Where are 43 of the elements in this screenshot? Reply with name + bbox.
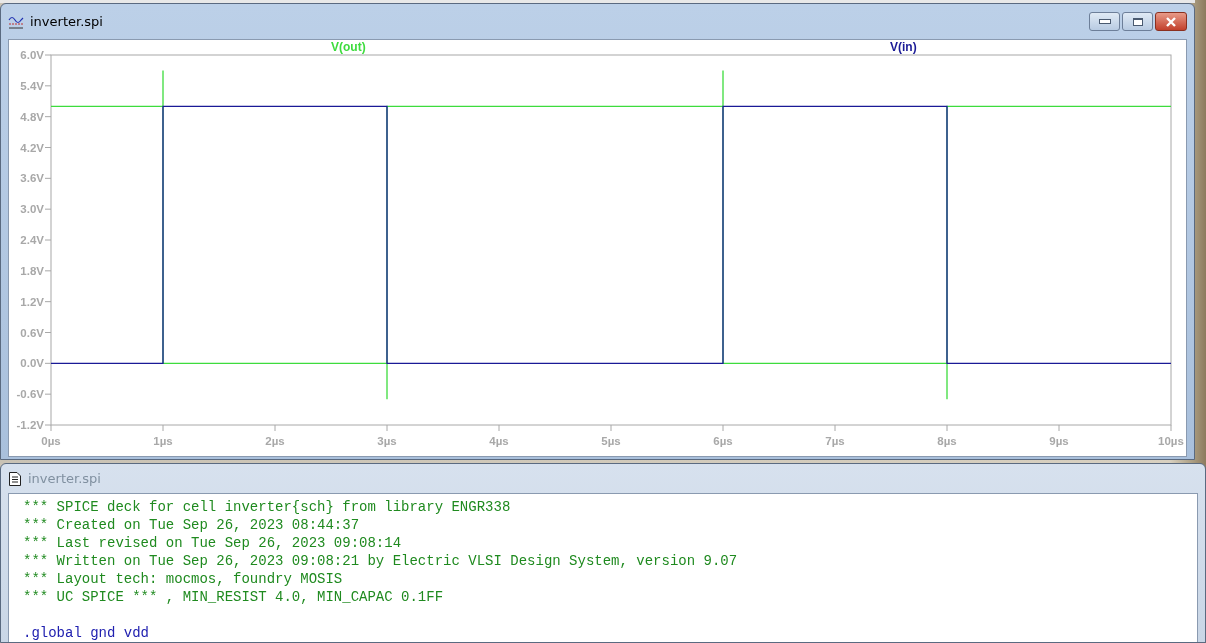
netlist-text-area[interactable] [8,493,1198,642]
x-tick-label: 4µs [489,435,509,447]
y-tick-label: 2.4V [20,234,44,246]
y-tick-label: 0.6V [20,326,44,339]
y-tick-label: 4.2V [20,141,44,154]
maximize-icon [1132,17,1143,26]
x-tick-label: 3µs [377,435,397,447]
y-tick-label: 1.2V [20,295,44,308]
document-icon [8,470,22,487]
x-tick-label: 6µs [713,435,733,447]
y-tick-label: 3.6V [20,172,44,185]
x-tick-label: 8µs [937,435,957,447]
code-line: *** Last revised on Tue Sep 26, 2023 09:08:14 [23,534,403,552]
x-tick-label: 5µs [601,435,621,447]
x-tick-label: 0µs [41,435,61,447]
close-icon [1165,16,1177,27]
close-button[interactable] [1155,12,1187,31]
code-line: .global gnd vdd [23,624,151,642]
y-tick-label: 0.0V [20,357,44,370]
window-title: inverter.spi [28,471,101,486]
x-tick-label: 1µs [153,435,173,447]
minimize-icon [1098,19,1111,24]
code-line: *** SPICE deck for cell inverter{sch} from library ENGR338 [23,498,512,516]
code-line: *** UC SPICE *** , MIN_RESIST 4.0, MIN_CAPAC 0.1FF [23,588,445,606]
y-tick-label: -0.6V [16,388,44,401]
code-line: *** Written on Tue Sep 26, 2023 09:08:21 by Electric VLSI Design System, version 9.07 [23,552,739,570]
trace-legend[interactable]: V(in) [890,40,917,54]
minimize-button[interactable] [1089,12,1120,31]
y-tick-label: 5.4V [20,79,44,92]
y-tick-label: 3.0V [20,203,44,216]
x-tick-label: 7µs [825,435,845,447]
window-title: inverter.spi [30,14,103,29]
waveform-icon [8,14,24,29]
x-tick-label: 2µs [265,435,285,447]
y-tick-label: 4.8V [20,110,44,123]
y-tick-label: -1.2V [16,419,44,431]
code-line: *** Created on Tue Sep 26, 2023 08:44:37 [23,516,361,534]
y-tick-label: 1.8V [20,264,44,277]
x-tick-label: 9µs [1049,435,1069,447]
y-tick-label: 6.0V [20,49,44,61]
x-tick-label: 10µs [1158,435,1184,447]
code-line: *** Layout tech: mocmos, foundry MOSIS [23,570,344,588]
maximize-button[interactable] [1122,12,1153,31]
